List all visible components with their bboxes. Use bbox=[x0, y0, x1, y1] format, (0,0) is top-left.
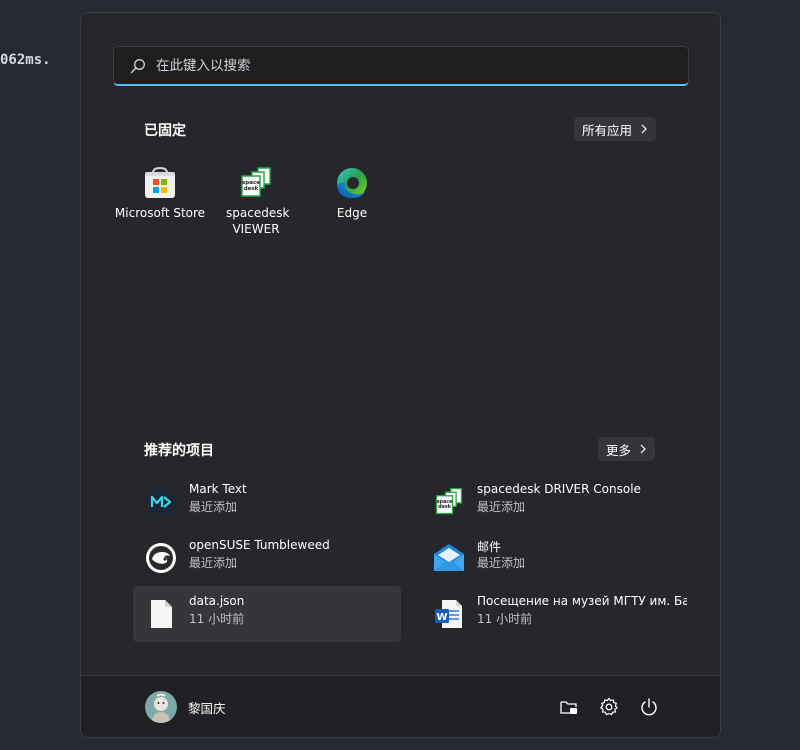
item-title: Mark Text bbox=[189, 482, 247, 496]
start-footer: 黎国庆 bbox=[81, 675, 720, 737]
pinned-app-microsoft-store[interactable]: Microsoft Store bbox=[112, 165, 208, 221]
opensuse-icon bbox=[146, 543, 176, 573]
background-console-text: 062ms. bbox=[0, 52, 51, 68]
microsoft-store-icon bbox=[145, 166, 175, 198]
avatar-image bbox=[145, 691, 177, 723]
pinned-app-spacedesk-viewer[interactable]: space desk spacedesk VIEWER bbox=[208, 165, 304, 237]
user-name[interactable]: 黎国庆 bbox=[188, 698, 226, 717]
recommended-item-data-json[interactable]: data.json 11 小时前 bbox=[133, 586, 401, 642]
app-label: Microsoft Store bbox=[114, 206, 206, 220]
settings-icon bbox=[600, 697, 618, 716]
more-label: 更多 bbox=[606, 442, 632, 458]
search-box[interactable] bbox=[113, 46, 689, 86]
power-icon bbox=[641, 698, 657, 716]
item-subtitle: 11 小时前 bbox=[189, 612, 245, 626]
file-icon bbox=[151, 600, 172, 628]
chevron-right-icon bbox=[640, 444, 646, 454]
search-icon bbox=[130, 59, 145, 74]
svg-text:desk: desk bbox=[438, 504, 452, 510]
avatar[interactable] bbox=[145, 691, 177, 723]
recommended-item-opensuse[interactable]: openSUSE Tumbleweed 最近添加 bbox=[133, 530, 401, 586]
spacedesk-icon: space desk bbox=[435, 488, 463, 515]
recommended-item-mark-text[interactable]: Mark Text 最近添加 bbox=[133, 474, 401, 530]
recommended-item-spacedesk-driver[interactable]: space desk spacedesk DRIVER Console 最近添加 bbox=[421, 474, 689, 530]
file-explorer-icon bbox=[560, 701, 577, 714]
item-subtitle: 最近添加 bbox=[189, 500, 238, 514]
item-subtitle: 最近添加 bbox=[477, 556, 526, 570]
app-label-text: spacedesk VIEWER bbox=[226, 206, 290, 236]
item-subtitle: 11 小时前 bbox=[477, 612, 533, 626]
item-title: spacedesk DRIVER Console bbox=[477, 482, 641, 496]
settings-button[interactable] bbox=[596, 694, 622, 720]
recommended-title: 推荐的项目 bbox=[144, 443, 214, 459]
recommended-item-word-document[interactable]: W Посещение на музей МГТУ им. Ба... 11 小… bbox=[421, 586, 689, 642]
item-title: data.json bbox=[189, 594, 245, 608]
pinned-app-edge[interactable]: Edge bbox=[304, 165, 400, 221]
power-button[interactable] bbox=[636, 694, 662, 720]
word-doc-icon: W bbox=[435, 600, 462, 628]
item-title: openSUSE Tumbleweed bbox=[189, 538, 330, 552]
item-subtitle: 最近添加 bbox=[189, 556, 238, 570]
all-apps-button[interactable]: 所有应用 bbox=[574, 117, 657, 141]
start-menu: 已固定 所有应用 Microsoft Store space desk spa bbox=[80, 12, 721, 738]
mail-icon bbox=[434, 544, 464, 571]
edge-icon bbox=[337, 168, 367, 198]
app-label: spacedesk VIEWER bbox=[226, 205, 290, 237]
chevron-right-icon bbox=[641, 124, 647, 134]
item-title: 邮件 bbox=[477, 540, 502, 554]
svg-text:W: W bbox=[436, 612, 447, 623]
spacedesk-icon: space desk bbox=[241, 167, 271, 197]
file-explorer-button[interactable] bbox=[556, 694, 582, 720]
all-apps-label: 所有应用 bbox=[582, 122, 633, 138]
svg-text:desk: desk bbox=[244, 186, 259, 192]
pinned-title: 已固定 bbox=[144, 123, 186, 139]
more-button[interactable]: 更多 bbox=[598, 437, 656, 461]
search-input[interactable] bbox=[156, 47, 676, 85]
app-label: Edge bbox=[336, 206, 368, 220]
item-subtitle: 最近添加 bbox=[477, 500, 526, 514]
recommended-item-mail[interactable]: 邮件 最近添加 bbox=[421, 530, 689, 586]
marktext-icon bbox=[146, 487, 176, 517]
item-title: Посещение на музей МГТУ им. Ба... bbox=[477, 594, 687, 608]
